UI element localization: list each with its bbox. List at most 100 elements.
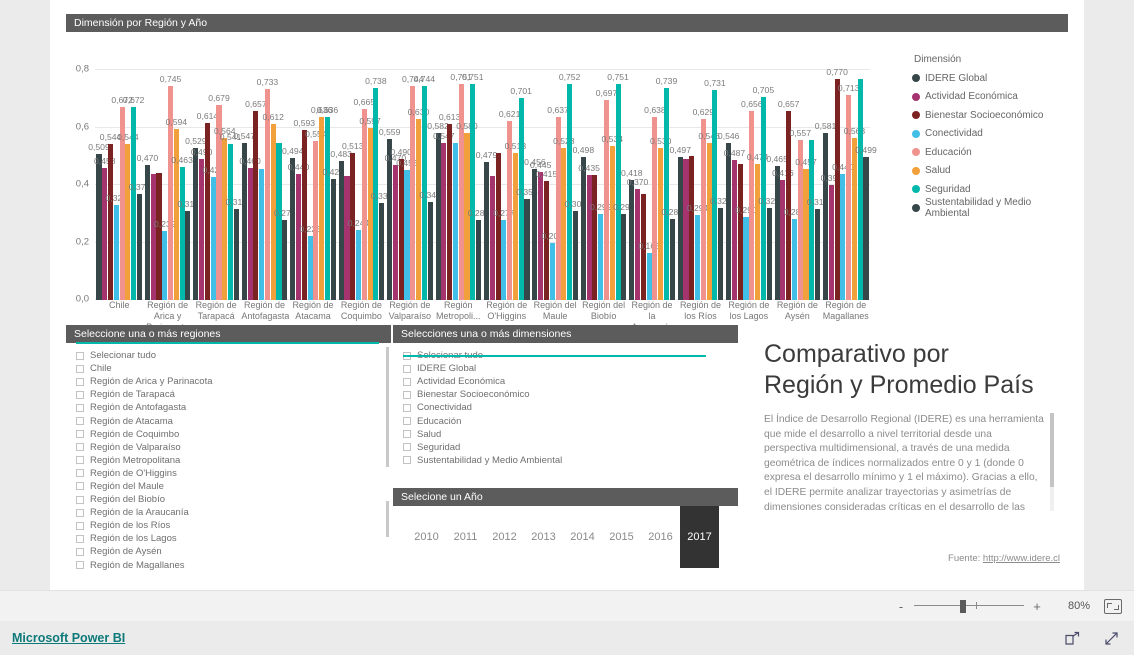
year-tile-2014[interactable]: 2014 — [563, 506, 602, 568]
chart-bar[interactable]: 0,713 — [838, 83, 859, 300]
chart-bar[interactable]: 0,744 — [414, 74, 435, 300]
chart-bar[interactable]: 0,453 — [396, 158, 418, 300]
slicer-item[interactable]: Región del Biobío — [76, 493, 391, 506]
slicer-item[interactable]: Región de Antofagasta — [76, 401, 391, 414]
chart-bar[interactable]: 0,440 — [832, 162, 854, 300]
chart-bar[interactable]: 0,509 — [88, 142, 110, 300]
chart-bar[interactable]: 0,200 — [542, 231, 563, 300]
slicer-item[interactable]: Región de Valparaíso — [76, 441, 391, 454]
chart-bar[interactable]: 0,353 — [516, 187, 538, 300]
slicer-item[interactable]: Región del Maule — [76, 480, 391, 493]
slicer-item[interactable]: Bienestar Socioeconómico — [403, 388, 738, 401]
slicer-item[interactable]: Región de la Araucanía — [76, 506, 391, 519]
chart-bar[interactable]: 0,745 — [160, 74, 181, 300]
chart-bar[interactable]: 0,582 — [427, 121, 449, 300]
chart-bar[interactable]: 0,281 — [662, 207, 683, 300]
source-link[interactable]: http://www.idere.cl — [983, 553, 1060, 564]
chart-bar[interactable]: 0,629 — [693, 107, 714, 300]
checkbox-icon[interactable] — [403, 377, 411, 386]
chart-bar[interactable]: 0,701 — [510, 86, 532, 300]
checkbox-icon[interactable] — [403, 364, 411, 373]
chart-bar[interactable]: 0,445 — [530, 160, 551, 300]
checkbox-icon[interactable] — [76, 430, 84, 439]
checkbox-icon[interactable] — [76, 521, 84, 530]
checkbox-icon[interactable] — [76, 443, 84, 452]
chart-bar[interactable]: 0,465 — [766, 154, 788, 300]
chart-bar[interactable] — [809, 139, 815, 300]
slicer-item[interactable]: Conectividad — [403, 401, 738, 414]
region-slicer[interactable]: Seleccione una o más regiones Selecionar… — [66, 325, 391, 571]
chart-bar[interactable]: 0,546 — [698, 131, 720, 300]
chart-bar[interactable]: 0,547 — [433, 131, 455, 300]
checkbox-icon[interactable] — [76, 508, 84, 517]
chart-bar[interactable]: 0,541 — [220, 132, 241, 300]
chart-bar[interactable]: 0,597 — [359, 116, 381, 300]
dimension-slicer[interactable]: Selecciones una o más dimensiones Seleci… — [393, 325, 738, 470]
chart-bar[interactable]: 0,636 — [311, 105, 332, 300]
checkbox-icon[interactable] — [76, 469, 84, 478]
panel-scrollbar-track[interactable] — [1050, 413, 1054, 511]
legend-item[interactable]: Sustentabilidad y Medio Ambiental — [912, 197, 1062, 219]
slicer-item[interactable]: Región de Magallanes — [76, 559, 391, 572]
chart-bar[interactable]: 0,440 — [288, 162, 309, 300]
chart-bar[interactable]: 0,456 — [524, 157, 546, 300]
chart-bar[interactable]: 0,499 — [855, 145, 877, 300]
year-tile-list[interactable]: 2010 2011 2012 2013 2014 2015 2016 2017 — [393, 506, 738, 568]
slicer-item[interactable]: Región de Aysén — [76, 545, 391, 558]
chart-bar[interactable]: 0,299 — [613, 202, 635, 300]
chart-bar[interactable]: 0,282 — [784, 207, 805, 300]
checkbox-icon[interactable] — [76, 482, 84, 491]
chart-bar[interactable]: 0,580 — [456, 121, 478, 300]
chart-bar[interactable]: 0,435 — [578, 163, 600, 300]
checkbox-icon[interactable] — [403, 430, 411, 439]
year-tile-2010[interactable]: 2010 — [407, 506, 446, 568]
chart-bar[interactable]: 0,316 — [226, 197, 247, 300]
chart-bar[interactable]: 0,299 — [590, 202, 611, 300]
checkbox-icon[interactable] — [76, 456, 84, 465]
chart-bar[interactable]: 0,637 — [547, 105, 569, 300]
checkbox-icon[interactable] — [76, 417, 84, 426]
chart-bar[interactable]: 0,612 — [262, 112, 284, 300]
chart-bar[interactable]: 0,530 — [650, 136, 671, 300]
year-tile-2013[interactable]: 2013 — [524, 506, 563, 568]
chart-bar[interactable]: 0,594 — [166, 117, 187, 300]
chart-bar[interactable]: 0,470 — [385, 153, 406, 300]
year-slicer[interactable]: Selecione un Año 2010 2011 2012 2013 2014 201… — [393, 488, 738, 568]
slicer-item[interactable]: Región de Tarapacá — [76, 388, 391, 401]
legend-item[interactable]: Salud — [912, 162, 1062, 181]
region-slicer-list[interactable]: Selecionar tudo Chile Región de Arica y Pa… — [66, 343, 391, 572]
chart-bar[interactable]: 0,621 — [499, 109, 520, 300]
checkbox-icon[interactable] — [403, 403, 411, 412]
chart-bar[interactable]: 0,731 — [704, 78, 726, 300]
chart-bar[interactable]: 0,770 — [826, 67, 848, 300]
legend-item[interactable]: Bienestar Socioeconómico — [912, 106, 1062, 125]
chart-bar[interactable]: 0,751 — [607, 72, 629, 300]
chart-bar[interactable]: 0,546 — [718, 131, 739, 300]
chart-bar[interactable] — [495, 152, 501, 300]
slicer-item[interactable]: Actividad Económica — [403, 375, 738, 388]
legend-item[interactable]: Actividad Económica — [912, 88, 1062, 107]
checkbox-icon[interactable] — [76, 364, 84, 373]
chart-bar[interactable]: 0,498 — [573, 145, 594, 300]
slicer-item[interactable]: Selecionar tudo — [76, 349, 391, 362]
chart-bar[interactable]: 0,490 — [390, 147, 412, 300]
chart-bar[interactable]: 0,581 — [815, 121, 836, 300]
region-slicer-scrollbar[interactable] — [386, 347, 389, 467]
chart-bar[interactable]: 0,657 — [245, 99, 267, 300]
chart-bar[interactable]: 0,329 — [106, 193, 127, 300]
chart-bar[interactable]: 0,559 — [379, 127, 400, 300]
checkbox-icon[interactable] — [76, 561, 84, 570]
chart-bar[interactable]: 0,513 — [505, 141, 526, 300]
year-tile-2012[interactable]: 2012 — [485, 506, 524, 568]
chart-bar[interactable]: 0,557 — [789, 128, 811, 300]
chart-bar[interactable] — [737, 163, 743, 300]
chart-bar[interactable]: 0,554 — [305, 129, 327, 300]
chart-bar[interactable]: 0,316 — [807, 197, 828, 300]
chart-bar[interactable]: 0,483 — [330, 149, 352, 300]
chart-bar[interactable]: 0,474 — [747, 152, 768, 300]
zoom-slider[interactable] — [914, 599, 1024, 613]
chart-bar[interactable]: 0,752 — [559, 72, 580, 300]
chart-bar[interactable]: 0,370 — [627, 177, 648, 300]
checkbox-icon[interactable] — [76, 403, 84, 412]
chart-bar[interactable]: 0,370 — [129, 182, 150, 300]
